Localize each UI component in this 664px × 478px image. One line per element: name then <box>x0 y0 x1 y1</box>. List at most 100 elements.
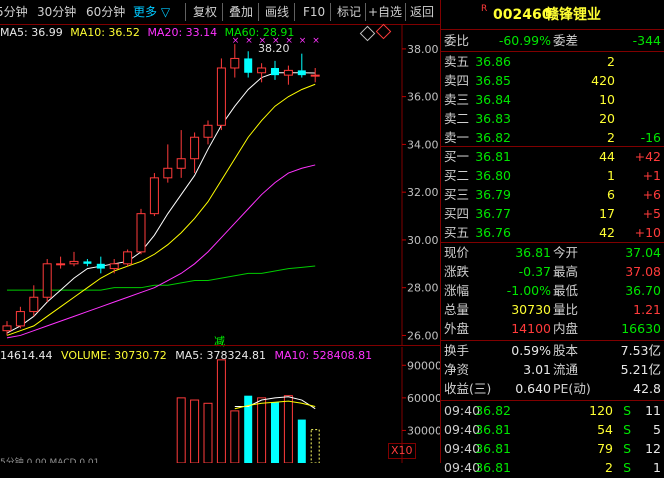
ask-label: 卖五 <box>444 54 470 69</box>
overlay-button[interactable]: 叠加 <box>229 3 253 21</box>
restore-rights-button[interactable]: 复权 <box>193 3 217 21</box>
candle-body <box>297 70 306 76</box>
period-5min[interactable]: 5分钟 <box>0 3 28 21</box>
bid-price: 36.80 <box>475 168 511 183</box>
fund-value: 0.59% <box>511 343 551 358</box>
bid-change: +42 <box>634 149 661 164</box>
bid-volume: 1 <box>607 168 615 183</box>
draw-line-button[interactable]: 画线 <box>265 3 289 21</box>
volume-prefix: 14614.44 <box>0 349 53 362</box>
more-dropdown[interactable]: 更多 ▽ <box>133 3 170 21</box>
panel-divider <box>0 345 440 346</box>
volume-ma5: MA5: 378324.81 <box>175 349 266 362</box>
y-tick-label: 32.00 <box>407 186 439 199</box>
ma60-legend: MA60: 28.91 <box>224 26 295 39</box>
candle <box>216 58 226 131</box>
candle <box>136 208 146 255</box>
period-60min[interactable]: 60分钟 <box>86 3 125 21</box>
divider <box>441 29 664 30</box>
stat-value: 14100 <box>511 321 551 336</box>
ask-price: 36.85 <box>475 73 511 88</box>
toolbar-divider <box>258 3 259 21</box>
toolbar-divider <box>185 3 186 21</box>
y-tick-label: 38.00 <box>407 43 439 56</box>
candle-body <box>15 311 25 327</box>
volume-bar <box>230 410 240 463</box>
volume-value: VOLUME: 30730.72 <box>61 349 167 362</box>
fund-value: 42.8 <box>633 381 661 396</box>
period-30min[interactable]: 30分钟 <box>37 3 76 21</box>
bid-row: 买四 36.77 17 +5 <box>441 204 664 224</box>
high-price-marker: 38.20 <box>258 42 290 55</box>
fund-value: 3.01 <box>523 362 551 377</box>
stat-label: 今开 <box>553 245 579 260</box>
stat-value: 30730 <box>511 302 551 317</box>
y-tick-label: 30000 <box>407 424 440 437</box>
tick-price: 36.82 <box>475 403 511 418</box>
candle-body <box>310 74 320 77</box>
fund-row: 净资 3.01 流通 5.21亿 <box>441 360 664 380</box>
candle-body <box>136 213 146 253</box>
candle <box>83 259 92 267</box>
order-diff-label: 委差 <box>553 33 579 48</box>
stat-row: 外盘 14100 内盘 16630 <box>441 319 664 339</box>
candle <box>297 53 306 78</box>
stock-header: R 002460 赣锋锂业 <box>441 3 664 27</box>
tick-row: 09:40 36.81 54 S 5 <box>441 420 664 440</box>
bid-row: 买五 36.76 42 +10 <box>441 223 664 243</box>
tick-volume: 2 <box>605 460 613 475</box>
candle-body <box>176 158 186 169</box>
back-button[interactable]: 返回 <box>410 3 434 21</box>
candle-body <box>203 124 213 138</box>
tick-side: S <box>623 422 631 437</box>
candle-body <box>56 263 66 266</box>
candle-body <box>271 67 279 76</box>
mark-button[interactable]: 标记 <box>337 3 361 21</box>
bid-row: 买三 36.79 6 +6 <box>441 185 664 205</box>
order-ratio-row: 委比 -60.99% 委差 -344 <box>441 31 664 51</box>
stat-value: 36.81 <box>515 245 551 260</box>
fund-value: 5.21亿 <box>620 362 661 377</box>
tick-count: 5 <box>653 422 661 437</box>
tick-price: 36.81 <box>475 460 511 475</box>
candle-body <box>190 136 200 160</box>
bid-change: +6 <box>642 187 661 202</box>
volume-ma10: MA10: 528408.81 <box>274 349 373 362</box>
ask-price: 36.82 <box>475 130 511 145</box>
candle-body <box>2 325 12 332</box>
add-watchlist-button[interactable]: +自选 <box>368 3 402 21</box>
bid-price: 36.77 <box>475 206 511 221</box>
ask-label: 卖二 <box>444 111 470 126</box>
stat-label: 最高 <box>553 264 579 279</box>
volume-bar <box>297 419 306 463</box>
ask-row: 卖一 36.82 2 -16 <box>441 128 664 148</box>
bid-volume: 44 <box>599 149 615 164</box>
signal-marker: × <box>312 36 320 46</box>
stat-row: 涨跌 -0.37 最高 37.08 <box>441 262 664 282</box>
tick-side: S <box>623 441 631 456</box>
candle <box>2 321 12 336</box>
toolbar-divider <box>405 3 406 21</box>
macd-legend: 5分钟 0.00 MACD 0.01 <box>0 458 100 463</box>
volume-bar <box>190 399 200 463</box>
ask-label: 卖三 <box>444 92 470 107</box>
candle <box>230 44 240 78</box>
bid-row: 买一 36.81 44 +42 <box>441 147 664 167</box>
tick-count: 1 <box>653 460 661 475</box>
ask-row: 卖五 36.86 2 <box>441 52 664 72</box>
bid-change: +1 <box>642 168 661 183</box>
price-chart[interactable]: × × × × × × × 38.0036.0034.0032.0030.0028.0026… <box>0 25 440 345</box>
candle <box>190 132 200 174</box>
stat-label: 最低 <box>553 283 579 298</box>
candle-body <box>163 167 173 179</box>
volume-bar <box>310 429 320 463</box>
signal-marker: × <box>299 36 307 46</box>
ma5-legend: MA5: 36.99 <box>0 26 63 39</box>
f10-button[interactable]: F10 <box>303 3 325 21</box>
volume-chart[interactable]: 90000 60000 30000 <box>0 347 440 463</box>
order-ratio-label: 委比 <box>444 33 470 48</box>
candle <box>42 259 52 303</box>
volume-bar <box>283 395 293 463</box>
ask-row: 卖三 36.84 10 <box>441 90 664 110</box>
stock-name: 赣锋锂业 <box>545 7 601 23</box>
